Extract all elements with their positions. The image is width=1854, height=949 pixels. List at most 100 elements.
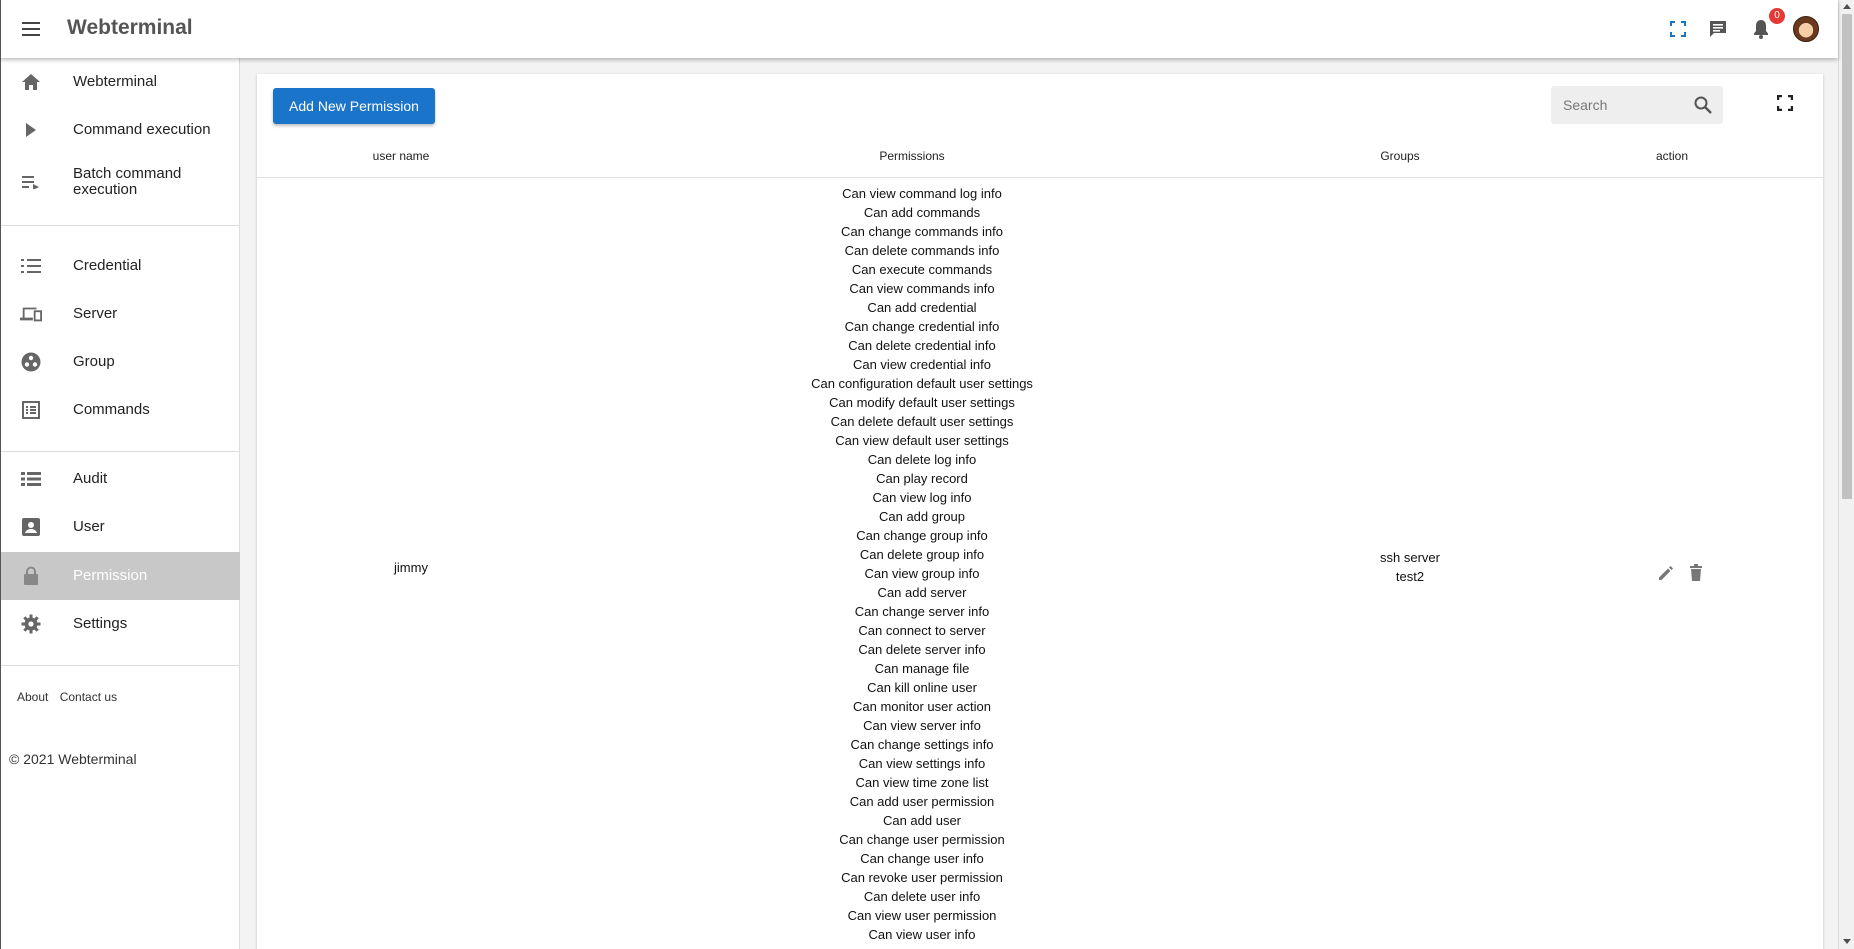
permission-item: Can manage file — [874, 661, 970, 676]
account-box-icon — [20, 516, 42, 538]
contact-us-link[interactable]: Contact us — [60, 690, 117, 704]
column-header-permissions[interactable]: Permissions — [879, 149, 944, 163]
permission-item: Can change commands info — [841, 224, 1003, 239]
permission-item: Can view command log info — [842, 186, 1002, 201]
user-name-cell: jimmy — [394, 560, 428, 575]
permission-item: Can view credential info — [852, 357, 992, 372]
permission-item: Can change server info — [854, 604, 990, 619]
sidebar-item-label: Command execution — [73, 121, 211, 138]
sidebar-item-label: Group — [73, 353, 115, 370]
scroll-down-arrow-icon[interactable] — [1843, 939, 1851, 944]
permission-item: Can revoke user permission — [841, 870, 1003, 885]
delete-icon[interactable] — [1685, 562, 1707, 584]
sidebar-item-label: Server — [73, 305, 118, 322]
permission-item: Can delete commands info — [844, 243, 1000, 258]
sidebar-item-permission[interactable]: Permission — [1, 552, 240, 600]
app-bar: Webterminal 0 — [0, 0, 1838, 58]
sidebar-divider — [1, 225, 240, 226]
permissions-card: Add New Permission user name Permissions… — [257, 74, 1823, 949]
permission-item: Can change credential info — [844, 319, 1000, 334]
scrollbar-thumb[interactable] — [1842, 14, 1852, 499]
fullscreen-table-icon[interactable] — [1776, 94, 1797, 115]
edit-icon[interactable] — [1655, 562, 1677, 584]
permission-item: Can connect to server — [858, 623, 986, 638]
permission-item: Can view log info — [872, 490, 972, 505]
sidebar-item-label: Permission — [73, 567, 148, 584]
sidebar-item-label: Settings — [73, 615, 128, 632]
permission-item: Can modify default user settings — [829, 395, 1015, 410]
permission-item: Can view server info — [863, 718, 981, 733]
sidebar-item-label: User — [73, 518, 105, 535]
group-workspaces-icon — [20, 351, 42, 373]
sidebar-item-audit[interactable]: Audit — [1, 455, 240, 503]
permission-item: Can view commands info — [849, 281, 995, 296]
permission-item: Can change group info — [856, 528, 988, 543]
table-header: user name Permissions Groups action — [257, 134, 1823, 178]
group-item: test2 — [1395, 569, 1425, 584]
add-new-permission-button[interactable]: Add New Permission — [273, 88, 435, 124]
permission-item: Can add credential — [867, 300, 977, 315]
column-header-user-name[interactable]: user name — [373, 149, 430, 163]
permission-item: Can delete log info — [867, 452, 977, 467]
app-title: Webterminal — [67, 16, 193, 39]
permission-item: Can delete group info — [859, 547, 985, 562]
permission-item: Can view user info — [868, 927, 976, 942]
permission-item: Can monitor user action — [852, 699, 992, 714]
column-header-groups[interactable]: Groups — [1380, 149, 1419, 163]
permission-item: Can delete credential info — [848, 338, 996, 353]
permission-item: Can configuration default user settings — [811, 376, 1033, 391]
hamburger-menu-icon[interactable] — [19, 17, 43, 41]
user-avatar[interactable] — [1793, 16, 1819, 42]
permission-item: Can add user — [882, 813, 962, 828]
lock-icon — [20, 565, 42, 587]
sidebar-item-command-execution[interactable]: Command execution — [1, 106, 240, 154]
footer-links: About Contact us — [17, 690, 125, 704]
scroll-up-arrow-icon[interactable] — [1843, 4, 1851, 9]
sidebar-item-commands[interactable]: Commands — [1, 386, 240, 434]
search-icon[interactable] — [1693, 95, 1713, 115]
sidebar-item-user[interactable]: User — [1, 503, 240, 551]
copyright-text: © 2021 Webterminal — [9, 751, 137, 767]
devices-icon — [20, 303, 42, 325]
chat-icon[interactable] — [1704, 15, 1732, 43]
play-icon — [20, 119, 42, 141]
permission-item: Can delete server info — [858, 642, 986, 657]
sidebar-item-webterminal[interactable]: Webterminal — [1, 58, 240, 106]
groups-cell: ssh server test2 — [1380, 550, 1440, 588]
column-header-action: action — [1655, 149, 1689, 163]
permission-item: Can delete user info — [863, 889, 981, 904]
sidebar-item-server[interactable]: Server — [1, 290, 240, 338]
gear-icon — [20, 613, 42, 635]
playlist-icon — [20, 171, 42, 193]
permission-item: Can delete default user settings — [830, 414, 1014, 429]
sidebar-item-settings[interactable]: Settings — [1, 600, 240, 648]
permission-item: Can play record — [876, 471, 968, 486]
sidebar-item-label: Batch command execution — [73, 165, 182, 198]
home-icon — [20, 71, 42, 93]
sidebar-item-credential[interactable]: Credential — [1, 242, 240, 290]
permission-item: Can view time zone list — [855, 775, 989, 790]
sidebar: Webterminal Command execution Batch comm… — [0, 58, 240, 949]
permission-item: Can add commands — [863, 205, 981, 220]
sidebar-item-batch-command-execution[interactable]: Batch command execution — [1, 154, 240, 210]
table-row: jimmy Can view command log info Can add c… — [257, 178, 1823, 949]
page-scrollbar[interactable] — [1838, 0, 1854, 949]
search-box — [1551, 86, 1723, 124]
permissions-cell: Can view command log info Can add command… — [811, 186, 1033, 946]
permission-item: Can add server — [877, 585, 967, 600]
permission-item: Can add user permission — [849, 794, 995, 809]
list-alt-icon — [20, 399, 42, 421]
sidebar-item-label: Webterminal — [73, 73, 157, 90]
notifications-icon[interactable]: 0 — [1747, 8, 1785, 43]
fullscreen-icon[interactable] — [1664, 15, 1692, 43]
permission-item: Can add group — [878, 509, 966, 524]
permission-item: Can view default user settings — [835, 433, 1009, 448]
about-link[interactable]: About — [17, 690, 48, 704]
permission-item: Can kill online user — [867, 680, 977, 695]
view-list-icon — [20, 468, 42, 490]
search-input[interactable] — [1551, 86, 1686, 124]
sidebar-divider — [1, 665, 240, 666]
permission-item: Can execute commands — [851, 262, 993, 277]
sidebar-item-group[interactable]: Group — [1, 338, 240, 386]
permission-item: Can change user permission — [839, 832, 1005, 847]
